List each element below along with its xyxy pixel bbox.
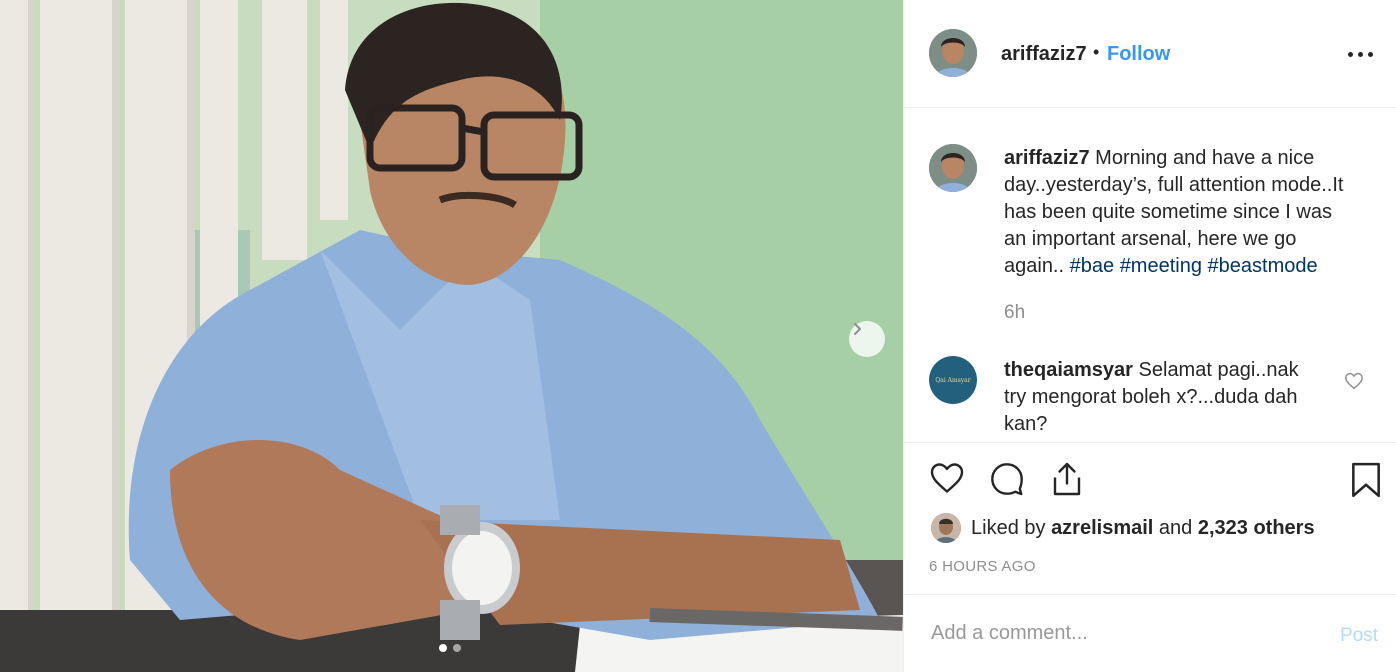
comment-bubble-icon[interactable] (989, 461, 1025, 497)
hashtag-link[interactable]: #beastmode (1208, 255, 1318, 277)
liker-username[interactable]: azrelismail (1051, 517, 1153, 539)
more-options-button[interactable] (1348, 48, 1378, 60)
chevron-right-icon (854, 323, 861, 335)
comment-input[interactable] (929, 621, 1313, 646)
likes-row: Liked by azrelismail and 2,323 others (904, 508, 1396, 548)
caption-username[interactable]: ariffaziz7 (1004, 147, 1090, 169)
avatar-text: Qai Amsyar (935, 376, 971, 384)
post-caption: ariffaziz7 Morning and have a nice day..… (1004, 145, 1354, 280)
carousel-dot (439, 644, 447, 652)
heart-icon[interactable] (929, 461, 965, 495)
more-dots-icon (1348, 51, 1353, 57)
heart-icon[interactable] (1344, 372, 1364, 390)
post-photo[interactable] (0, 0, 903, 672)
avatar-image (929, 29, 977, 77)
post-comment-button[interactable]: Post (1340, 625, 1378, 647)
likes-count[interactable]: 2,323 others (1198, 517, 1315, 539)
more-dot (1368, 51, 1373, 57)
avatar[interactable] (931, 513, 961, 543)
likes-summary[interactable]: Liked by azrelismail and 2,323 others (971, 517, 1315, 540)
avatar[interactable] (929, 144, 977, 192)
follow-button[interactable]: Follow (1107, 43, 1170, 66)
comment-item: theqaiamsyar Selamat pagi..nak try mengo… (1004, 357, 1324, 438)
post-timestamp[interactable]: 6 HOURS AGO (929, 558, 1036, 575)
carousel-dot (453, 644, 461, 652)
header-separator: • (1093, 42, 1100, 62)
carousel-indicator (439, 644, 461, 652)
post-side-panel: ariffaziz7 • Follow ariffaziz7 Morning a… (903, 0, 1396, 672)
likes-conj: and (1158, 517, 1193, 539)
header-username[interactable]: ariffaziz7 (1001, 43, 1087, 66)
post-header: ariffaziz7 • Follow (904, 0, 1396, 108)
comment-username[interactable]: theqaiamsyar (1004, 359, 1133, 381)
bookmark-icon[interactable] (1350, 461, 1382, 499)
avatar[interactable]: Qai Amsyar (929, 356, 977, 404)
caption-time[interactable]: 6h (1004, 302, 1025, 324)
likes-prefix: Liked by (971, 517, 1046, 539)
next-photo-button[interactable] (849, 321, 885, 357)
post-actions (904, 442, 1396, 518)
avatar[interactable] (929, 29, 977, 77)
more-dot (1358, 51, 1363, 57)
comments-section[interactable]: ariffaziz7 Morning and have a nice day..… (904, 108, 1396, 442)
share-icon[interactable] (1049, 461, 1085, 497)
hashtag-link[interactable]: #bae (1070, 255, 1115, 277)
avatar-image (929, 144, 977, 192)
hashtag-link[interactable]: #meeting (1120, 255, 1202, 277)
photo-illustration (0, 0, 903, 672)
add-comment-bar: Post (904, 594, 1396, 672)
avatar-image (931, 513, 961, 543)
